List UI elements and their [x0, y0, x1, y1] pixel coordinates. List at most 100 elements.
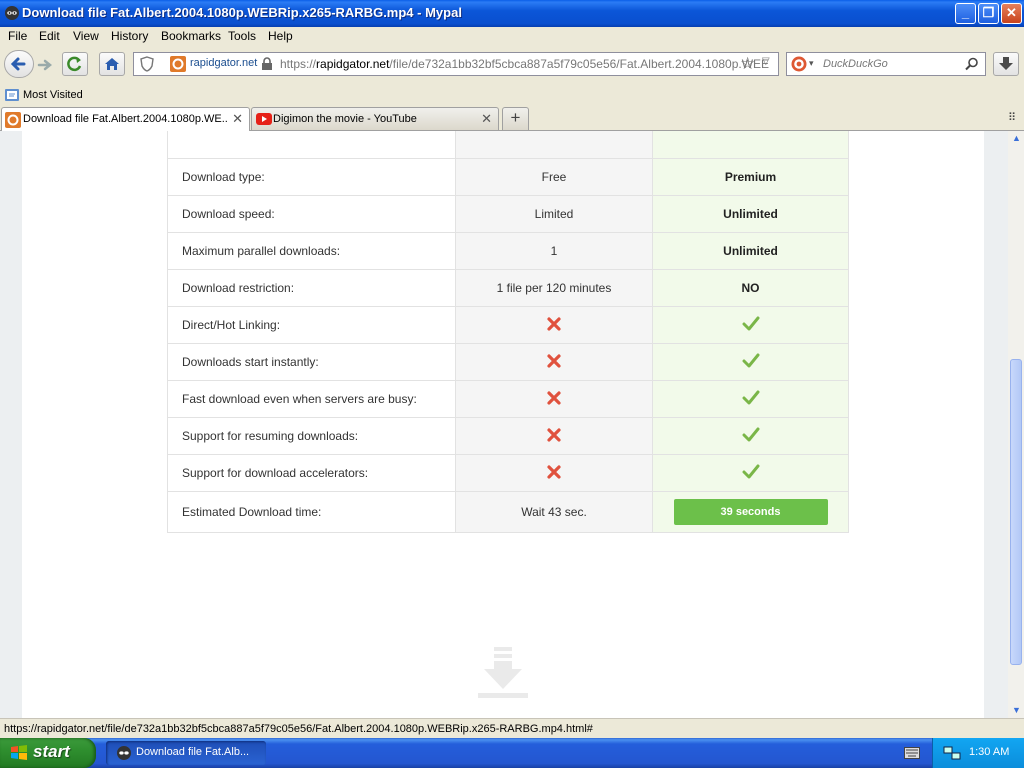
menu-view[interactable]: View [73, 29, 99, 43]
raccoon-app-icon [5, 6, 19, 20]
keyboard-icon[interactable] [904, 747, 920, 759]
maximize-button[interactable]: ❐ [978, 3, 999, 24]
tab-close-icon[interactable]: ✕ [232, 111, 243, 127]
scroll-thumb[interactable] [1010, 359, 1022, 665]
scroll-up-icon[interactable]: ▲ [1012, 133, 1021, 143]
feature-label: Direct/Hot Linking: [167, 306, 456, 344]
free-value: 1 [455, 232, 653, 270]
feature-label: Estimated Download time: [167, 491, 456, 533]
search-engine-dropdown-icon[interactable]: ▾ [809, 58, 814, 69]
youtube-icon [256, 113, 272, 125]
tab-youtube[interactable]: Digimon the movie - YouTube ✕ [251, 107, 499, 130]
comparison-table: Download type: Free Premium Download spe… [167, 131, 849, 533]
table-row: Download restriction: 1 file per 120 min… [167, 269, 849, 307]
home-button[interactable] [99, 52, 125, 76]
checkmark-icon [742, 353, 759, 367]
lock-icon [262, 57, 272, 70]
network-icon[interactable] [943, 745, 961, 761]
search-bar[interactable]: ▾ DuckDuckGo [786, 52, 986, 76]
cross-icon [547, 316, 561, 331]
premium-value: Unlimited [652, 195, 849, 233]
status-link-url: https://rapidgator.net/file/de732a1bb32b… [4, 723, 593, 735]
reload-icon [67, 56, 82, 72]
rapidgator-favicon [5, 112, 21, 128]
menu-help[interactable]: Help [268, 29, 293, 43]
cross-icon [547, 464, 561, 479]
premium-value: Unlimited [652, 232, 849, 270]
url-path: /file/de732a1bb32bf5cbca887a5f79c05e56/F… [389, 57, 770, 71]
magnifier-icon[interactable] [965, 57, 979, 71]
table-row: Direct/Hot Linking: [167, 306, 849, 344]
system-tray: 1:30 AM [932, 738, 1024, 768]
minimize-button[interactable]: _ [955, 3, 976, 24]
menu-file[interactable]: File [8, 29, 27, 43]
window-title: Download file Fat.Albert.2004.1080p.WEBR… [22, 5, 462, 20]
table-row-header-partial [167, 131, 849, 159]
tab-list-icon[interactable]: ⠿ [1008, 111, 1016, 124]
feature-label: Download speed: [167, 195, 456, 233]
forward-button[interactable] [35, 56, 55, 74]
menu-tools[interactable]: Tools [228, 29, 256, 43]
url-host: rapidgator.net [316, 57, 390, 71]
shield-icon [140, 56, 154, 72]
back-arrow-icon [10, 57, 26, 71]
duckduckgo-icon[interactable] [791, 56, 807, 72]
taskbar-window-label: Download file Fat.Alb... [136, 746, 250, 758]
most-visited-bookmark[interactable]: Most Visited [4, 86, 94, 104]
tab-label: Download file Fat.Albert.2004.1080p.WE..… [23, 113, 228, 125]
url-dropdown-icon[interactable]: ▽ [762, 56, 770, 67]
search-input[interactable]: DuckDuckGo [823, 58, 888, 70]
menu-edit[interactable]: Edit [39, 29, 60, 43]
feature-label: Download type: [167, 158, 456, 196]
downloads-button[interactable] [993, 52, 1019, 76]
menu-history[interactable]: History [111, 29, 148, 43]
site-identity-label: rapidgator.net [190, 57, 258, 69]
start-label: start [33, 742, 70, 761]
reload-button[interactable] [62, 52, 88, 76]
tab-rapidgator[interactable]: Download file Fat.Albert.2004.1080p.WE..… [1, 107, 250, 131]
start-button[interactable]: start [0, 738, 96, 768]
close-window-button[interactable]: ✕ [1001, 3, 1022, 24]
status-bar: https://rapidgator.net/file/de732a1bb32b… [0, 718, 1024, 739]
feature-label: Downloads start instantly: [167, 343, 456, 381]
premium-download-button[interactable]: 39 seconds [673, 499, 828, 525]
clock[interactable]: 1:30 AM [969, 746, 1009, 758]
back-button[interactable] [4, 50, 34, 78]
url-bar[interactable]: rapidgator.net https://rapidgator.net/fi… [133, 52, 779, 76]
checkmark-icon [742, 427, 759, 441]
tab-close-icon[interactable]: ✕ [481, 111, 492, 127]
cross-icon [547, 390, 561, 405]
download-arrow-icon [999, 57, 1013, 70]
menu-bookmarks[interactable]: Bookmarks [161, 29, 221, 43]
raccoon-app-icon [117, 746, 131, 760]
home-icon [105, 58, 119, 70]
checkmark-icon [742, 390, 759, 404]
table-row: Support for resuming downloads: [167, 417, 849, 455]
new-tab-button[interactable]: + [502, 107, 529, 130]
bookmark-star-icon[interactable]: ☆ [740, 54, 755, 74]
taskbar-window-button[interactable]: Download file Fat.Alb... [106, 741, 266, 765]
free-value: Free [455, 158, 653, 196]
url-text[interactable]: https://rapidgator.net/file/de732a1bb32b… [280, 57, 769, 71]
table-row: Fast download even when servers are busy… [167, 380, 849, 418]
rapidgator-favicon [170, 56, 186, 72]
windows-logo-icon [11, 745, 27, 760]
table-row-estimated-time: Estimated Download time: Wait 43 sec. 39… [167, 491, 849, 533]
title-bar: Download file Fat.Albert.2004.1080p.WEBR… [0, 0, 1024, 27]
free-value: 1 file per 120 minutes [455, 269, 653, 307]
plus-icon: + [510, 108, 521, 127]
tab-label: Digimon the movie - YouTube [273, 113, 417, 125]
taskbar: start Download file Fat.Alb... 1:30 AM [0, 738, 1024, 768]
table-row: Maximum parallel downloads: 1 Unlimited [167, 232, 849, 270]
free-value: Limited [455, 195, 653, 233]
vertical-scrollbar[interactable]: ▲ ▼ [1008, 131, 1024, 718]
table-row: Download type: Free Premium [167, 158, 849, 196]
checkmark-icon [742, 316, 759, 330]
tab-strip: Download file Fat.Albert.2004.1080p.WE..… [0, 106, 1024, 131]
checkmark-icon [742, 464, 759, 478]
url-scheme: https:// [280, 57, 317, 71]
scroll-down-icon[interactable]: ▼ [1012, 705, 1021, 715]
navigation-toolbar: rapidgator.net https://rapidgator.net/fi… [0, 46, 1024, 84]
feature-label: Maximum parallel downloads: [167, 232, 456, 270]
feature-label: Fast download even when servers are busy… [167, 380, 456, 418]
